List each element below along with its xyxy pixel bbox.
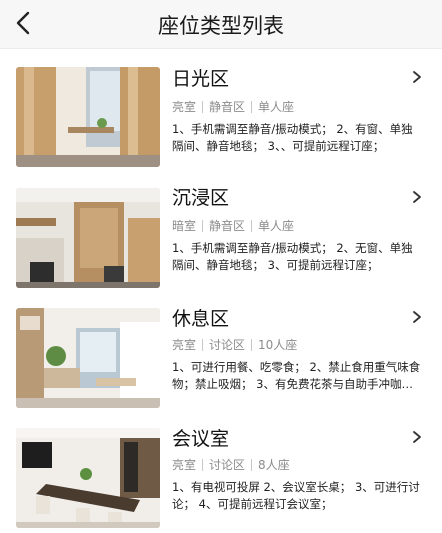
seat-type-name: 休息区 bbox=[172, 308, 230, 330]
tag-divider bbox=[202, 100, 204, 113]
chevron-right-icon[interactable] bbox=[410, 70, 424, 84]
tag-zone: 讨论区 bbox=[209, 458, 246, 472]
seat-description: 1、手机需调至静音/振动模式； 2、有窗、单独隔间、静音地毯； 3、、可提前远程… bbox=[172, 122, 413, 153]
seat-type-name: 沉浸区 bbox=[172, 187, 230, 209]
tag-light: 亮室 bbox=[172, 458, 197, 472]
tag-capacity: 8人座 bbox=[258, 458, 290, 472]
tag-divider bbox=[251, 458, 253, 471]
tag-zone: 静音区 bbox=[209, 219, 246, 233]
seat-type-name: 会议室 bbox=[172, 428, 230, 450]
tag-light: 亮室 bbox=[172, 100, 197, 114]
tag-capacity: 单人座 bbox=[258, 219, 295, 233]
seat-description: 1、可进行用餐、吃零食； 2、禁止食用重气味食物；禁止吸烟； 3、有免费花茶与自… bbox=[172, 360, 421, 391]
list-item-sunlight-zone[interactable]: 日光区 亮室 静音区 单人座 1、手机需调至静音/振动模式； 2、有窗、单独隔间… bbox=[0, 67, 442, 173]
seat-tags: 亮室 讨论区 10人座 bbox=[172, 336, 297, 353]
tag-divider bbox=[202, 458, 204, 471]
seat-description: 1、有电视可投屏 2、会议室长桌； 3、可进行讨论； 4、可提前远程订会议室； bbox=[172, 480, 420, 511]
sunlit-room-photo bbox=[16, 67, 160, 167]
tag-divider bbox=[202, 219, 204, 232]
chevron-right-icon[interactable] bbox=[410, 190, 424, 204]
page-title: 座位类型列表 bbox=[158, 14, 284, 38]
seat-type-name: 日光区 bbox=[172, 68, 230, 90]
tag-light: 暗室 bbox=[172, 219, 197, 233]
tag-capacity: 单人座 bbox=[258, 100, 295, 114]
list-item-meeting-room[interactable]: 会议室 亮室 讨论区 8人座 1、有电视可投屏 2、会议室长桌； 3、可进行讨论… bbox=[0, 426, 442, 532]
tag-divider bbox=[202, 338, 204, 351]
tag-divider bbox=[251, 100, 253, 113]
lounge-photo bbox=[16, 308, 160, 408]
tag-zone: 静音区 bbox=[209, 100, 246, 114]
tag-divider bbox=[251, 338, 253, 351]
tag-capacity: 10人座 bbox=[258, 338, 298, 352]
seat-tags: 暗室 静音区 单人座 bbox=[172, 217, 294, 234]
seat-tags: 亮室 讨论区 8人座 bbox=[172, 456, 290, 473]
navigation-bar: 座位类型列表 bbox=[0, 0, 442, 49]
seat-tags: 亮室 静音区 单人座 bbox=[172, 98, 294, 115]
tag-divider bbox=[251, 219, 253, 232]
tag-zone: 讨论区 bbox=[209, 338, 246, 352]
chevron-right-icon[interactable] bbox=[410, 430, 424, 444]
list-item-lounge-zone[interactable]: 休息区 亮室 讨论区 10人座 1、可进行用餐、吃零食； 2、禁止食用重气味食物… bbox=[0, 306, 442, 412]
seat-description: 1、手机需调至静音/振动模式； 2、无窗、单独隔间、静音地毯； 3、可提前远程订… bbox=[172, 241, 413, 272]
dark-room-photo bbox=[16, 188, 160, 288]
chevron-right-icon[interactable] bbox=[410, 310, 424, 324]
tag-light: 亮室 bbox=[172, 338, 197, 352]
meeting-room-photo bbox=[16, 428, 160, 528]
list-item-immersion-zone[interactable]: 沉浸区 暗室 静音区 单人座 1、手机需调至静音/振动模式； 2、无窗、单独隔间… bbox=[0, 186, 442, 292]
